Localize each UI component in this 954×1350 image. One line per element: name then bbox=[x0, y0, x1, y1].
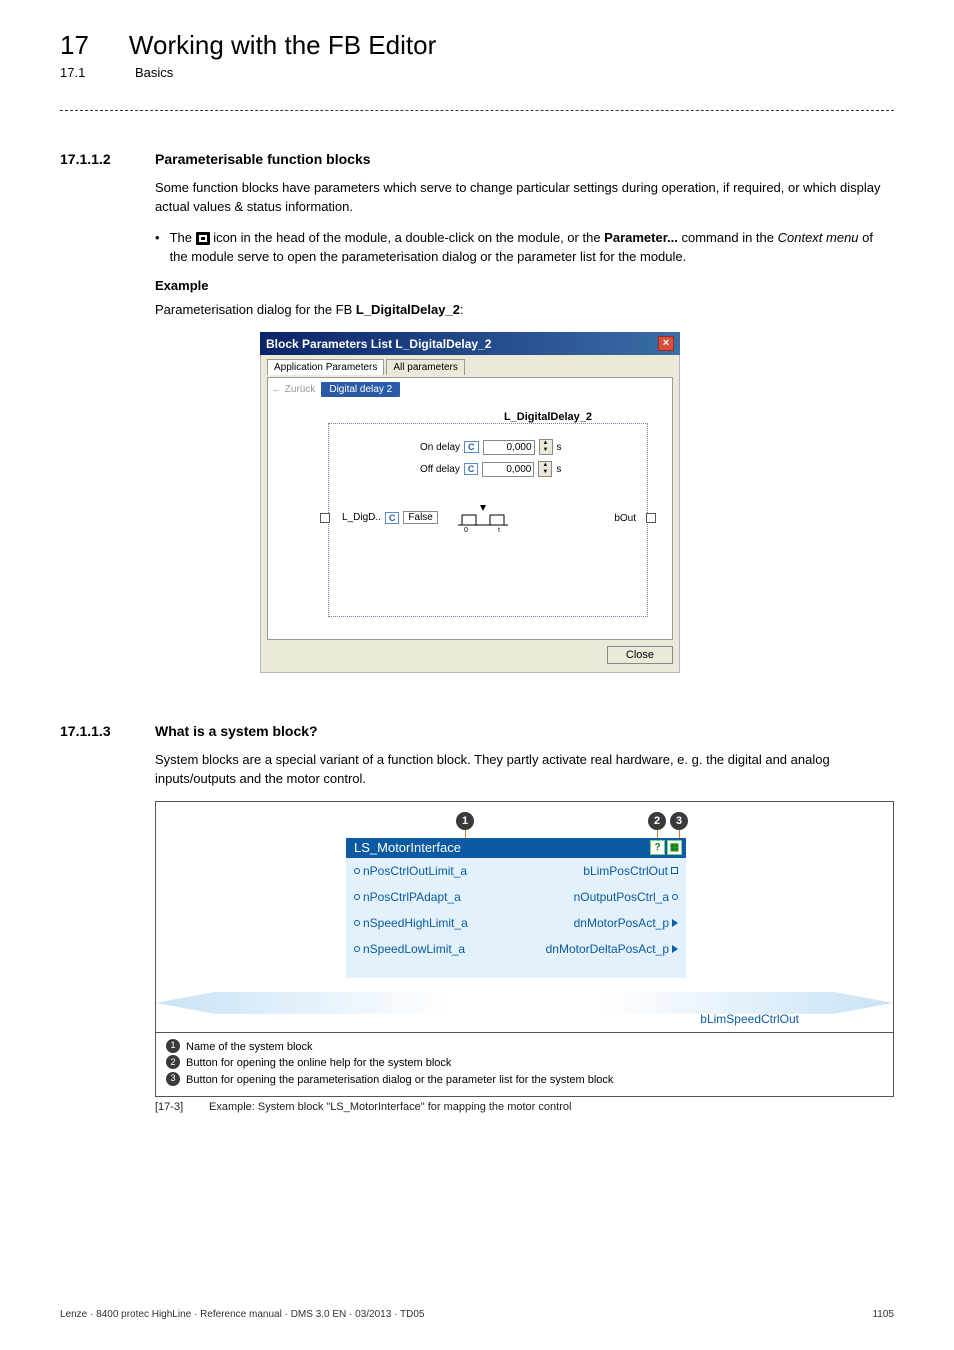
breadcrumb[interactable]: Digital delay 2 bbox=[321, 382, 400, 397]
divider bbox=[60, 110, 894, 111]
figure-caption: [17-3] Example: System block "LS_MotorIn… bbox=[155, 1101, 894, 1113]
port-row: nPosCtrlPAdapt_a nOutputPosCtrl_a bbox=[354, 890, 678, 904]
paragraph: Some function blocks have parameters whi… bbox=[155, 179, 894, 217]
parameter-icon bbox=[196, 232, 210, 245]
subsection-number: 17.1.1.2 bbox=[60, 151, 125, 167]
chapter-title: Working with the FB Editor bbox=[129, 30, 436, 61]
callout-2: 2 bbox=[648, 812, 666, 830]
output-port[interactable] bbox=[646, 513, 656, 523]
paragraph: Parameterisation dialog for the FB L_Dig… bbox=[155, 301, 894, 320]
input-value[interactable]: False bbox=[403, 511, 437, 524]
output-port-icon bbox=[672, 945, 678, 953]
figure-legend: 1Name of the system block 2Button for op… bbox=[156, 1032, 893, 1097]
input-port-icon bbox=[354, 946, 360, 952]
subsection-number: 17.1.1.3 bbox=[60, 723, 125, 739]
svg-text:0: 0 bbox=[464, 527, 468, 533]
subsection-title: What is a system block? bbox=[155, 723, 318, 739]
input-port-icon bbox=[354, 920, 360, 926]
port-row: nSpeedHighLimit_a dnMotorPosAct_p bbox=[354, 916, 678, 930]
dialog-title-text: Block Parameters List L_DigitalDelay_2 bbox=[266, 337, 491, 351]
on-delay-spinner[interactable]: ▲▼ bbox=[539, 439, 553, 455]
parameter-icon[interactable]: ▦ bbox=[667, 840, 682, 855]
svg-text:t: t bbox=[498, 527, 500, 533]
close-button[interactable]: Close bbox=[607, 646, 673, 664]
tab-all-parameters[interactable]: All parameters bbox=[386, 359, 464, 375]
truncated-label: bLimSpeedCtrlOut bbox=[700, 1012, 799, 1026]
output-port-icon bbox=[672, 894, 678, 900]
paragraph: System blocks are a special variant of a… bbox=[155, 751, 894, 789]
on-delay-input[interactable]: 0,000 bbox=[483, 440, 535, 455]
example-heading: Example bbox=[155, 278, 894, 293]
block-name-label: L_DigitalDelay_2 bbox=[504, 411, 592, 423]
section-number: 17.1 bbox=[60, 65, 90, 80]
output-port-icon bbox=[672, 919, 678, 927]
unit-label: s bbox=[557, 442, 562, 453]
dialog-screenshot: Block Parameters List L_DigitalDelay_2 ×… bbox=[260, 332, 680, 673]
back-button[interactable]: ← Zurück bbox=[272, 384, 315, 395]
footer-left: Lenze · 8400 protec HighLine · Reference… bbox=[60, 1309, 424, 1320]
c-chip[interactable]: C bbox=[464, 441, 479, 453]
figure: 1 2 3 LS_MotorInterface ? ▦ nPosCtrlOutL… bbox=[155, 801, 894, 1098]
page-number: 1105 bbox=[872, 1309, 894, 1320]
close-icon[interactable]: × bbox=[658, 336, 674, 351]
gradient-bar bbox=[156, 992, 893, 1014]
dialog-titlebar: Block Parameters List L_DigitalDelay_2 × bbox=[260, 332, 680, 355]
help-icon[interactable]: ? bbox=[650, 840, 665, 855]
input-port-icon bbox=[354, 894, 360, 900]
bullet-item: • The icon in the head of the module, a … bbox=[155, 229, 894, 267]
subsection-title: Parameterisable function blocks bbox=[155, 151, 371, 167]
on-delay-label: On delay bbox=[420, 442, 460, 453]
input-port-icon bbox=[354, 868, 360, 874]
system-block-header: LS_MotorInterface ? ▦ bbox=[346, 838, 686, 858]
system-block-title: LS_MotorInterface bbox=[354, 840, 461, 855]
callout-3: 3 bbox=[670, 812, 688, 830]
output-port-icon bbox=[671, 867, 678, 874]
chapter-number: 17 bbox=[60, 30, 89, 61]
port-row: nSpeedLowLimit_a dnMotorDeltaPosAct_p bbox=[354, 942, 678, 956]
tab-application-parameters[interactable]: Application Parameters bbox=[267, 359, 384, 375]
section-title: Basics bbox=[135, 65, 173, 80]
callout-1: 1 bbox=[456, 812, 474, 830]
unit-label: s bbox=[556, 464, 561, 475]
off-delay-label: Off delay bbox=[420, 464, 460, 475]
off-delay-spinner[interactable]: ▲▼ bbox=[538, 461, 552, 477]
input-port[interactable] bbox=[320, 513, 330, 523]
off-delay-input[interactable]: 0,000 bbox=[482, 462, 534, 477]
port-row: nPosCtrlOutLimit_a bLimPosCtrlOut bbox=[354, 864, 678, 878]
c-chip[interactable]: C bbox=[385, 512, 400, 524]
pulse-diagram: 0 t bbox=[458, 505, 508, 533]
output-label: bOut bbox=[614, 513, 636, 524]
input-name-label: L_DigD.. bbox=[342, 512, 381, 523]
c-chip[interactable]: C bbox=[464, 463, 479, 475]
system-block-body: nPosCtrlOutLimit_a bLimPosCtrlOut nPosCt… bbox=[346, 858, 686, 978]
